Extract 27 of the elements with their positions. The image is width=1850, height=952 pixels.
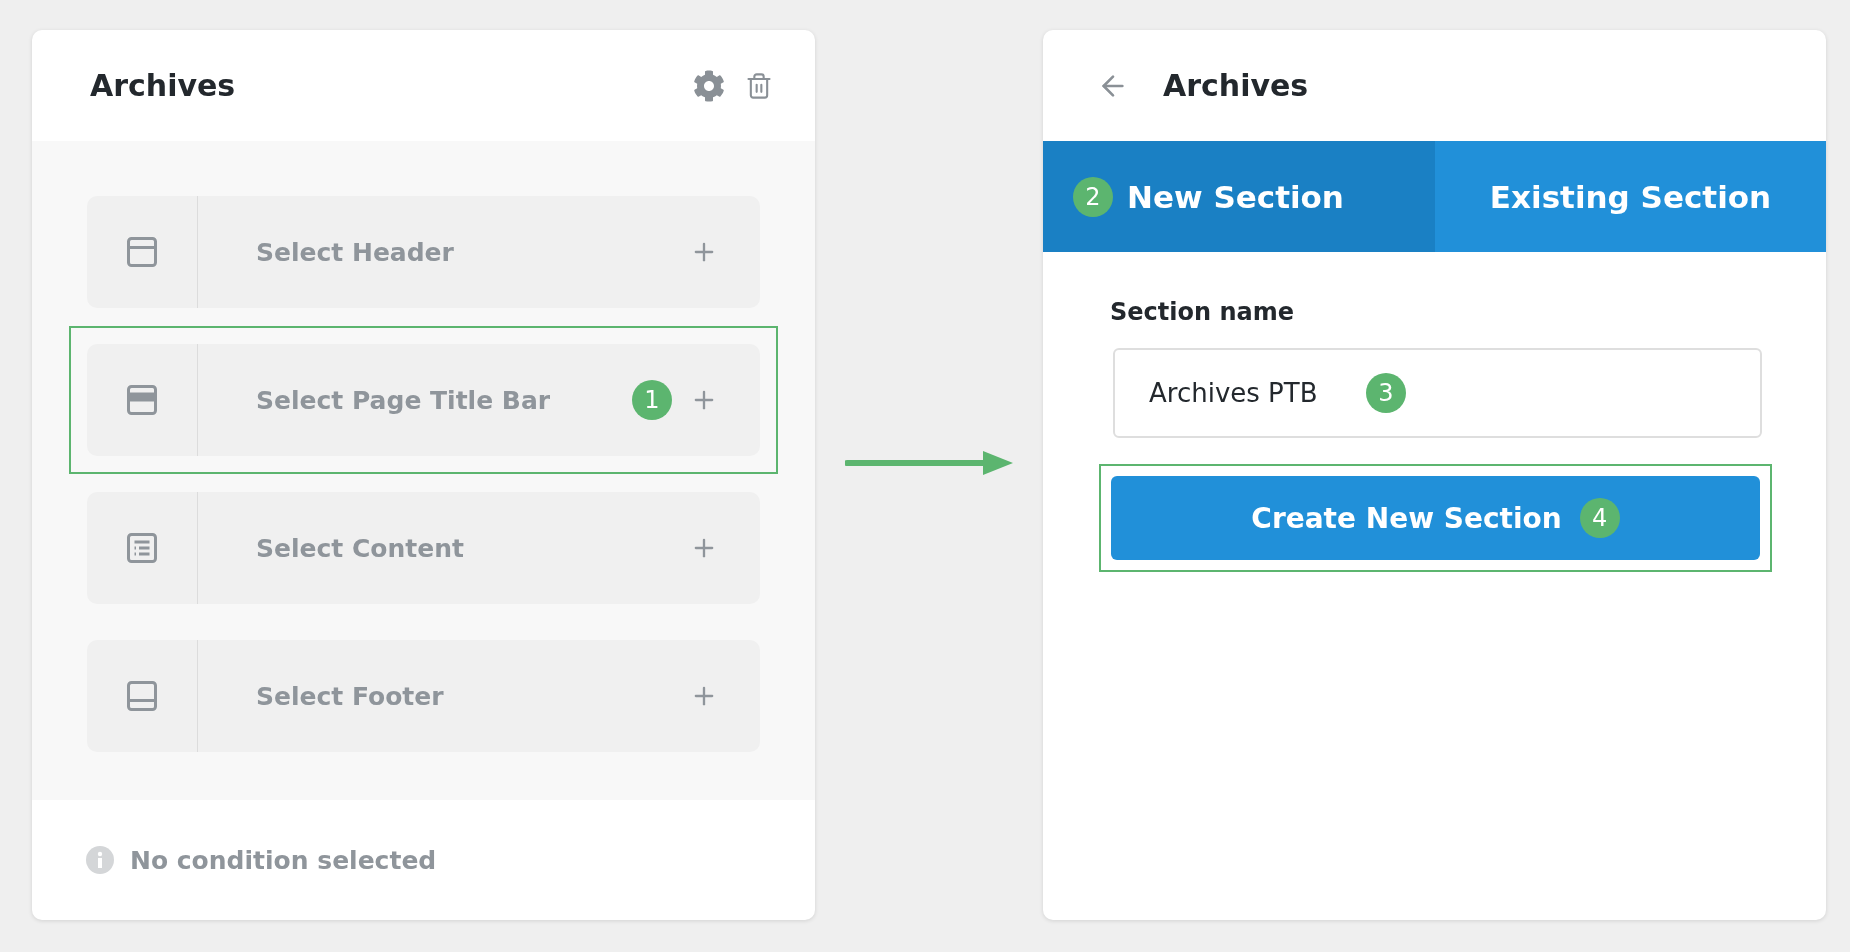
layout-row[interactable]: Select Footer — [87, 640, 760, 752]
step-badge: 3 — [1366, 373, 1406, 413]
input-field[interactable]: Archives PTB — [1149, 378, 1354, 408]
header-layout-icon — [124, 234, 160, 270]
layout-row[interactable]: Select Page Title Bar 1 — [87, 344, 760, 456]
trash-icon[interactable] — [745, 71, 773, 100]
row-label: Select Page Title Bar — [255, 385, 552, 415]
info-icon — [86, 846, 114, 874]
title-bar-layout-icon — [124, 382, 160, 418]
step-badge: 2 — [1073, 176, 1113, 217]
panel-title: Archives — [90, 68, 237, 103]
content-layout-icon — [124, 530, 160, 566]
section-tab[interactable]: Existing Section — [1435, 141, 1826, 252]
create-button[interactable]: Create New Section 4 — [1111, 476, 1760, 560]
row-label: Select Content — [255, 533, 465, 563]
row-label: Select Footer — [255, 681, 445, 711]
section-tab[interactable]: 2 New Section — [1043, 141, 1435, 252]
layout-row[interactable]: Select Content — [87, 492, 760, 604]
layout-row[interactable]: Select Header — [87, 196, 760, 308]
step-badge: 4 — [1579, 498, 1620, 538]
footer-layout-icon — [124, 678, 160, 714]
status-text: No condition selected — [130, 845, 437, 875]
field-label: Section name — [1110, 298, 1294, 326]
step-badge: 1 — [632, 380, 672, 420]
panel-title: Archives — [1163, 68, 1310, 103]
row-label: Select Header — [255, 237, 455, 267]
settings-icon[interactable] — [693, 69, 725, 102]
